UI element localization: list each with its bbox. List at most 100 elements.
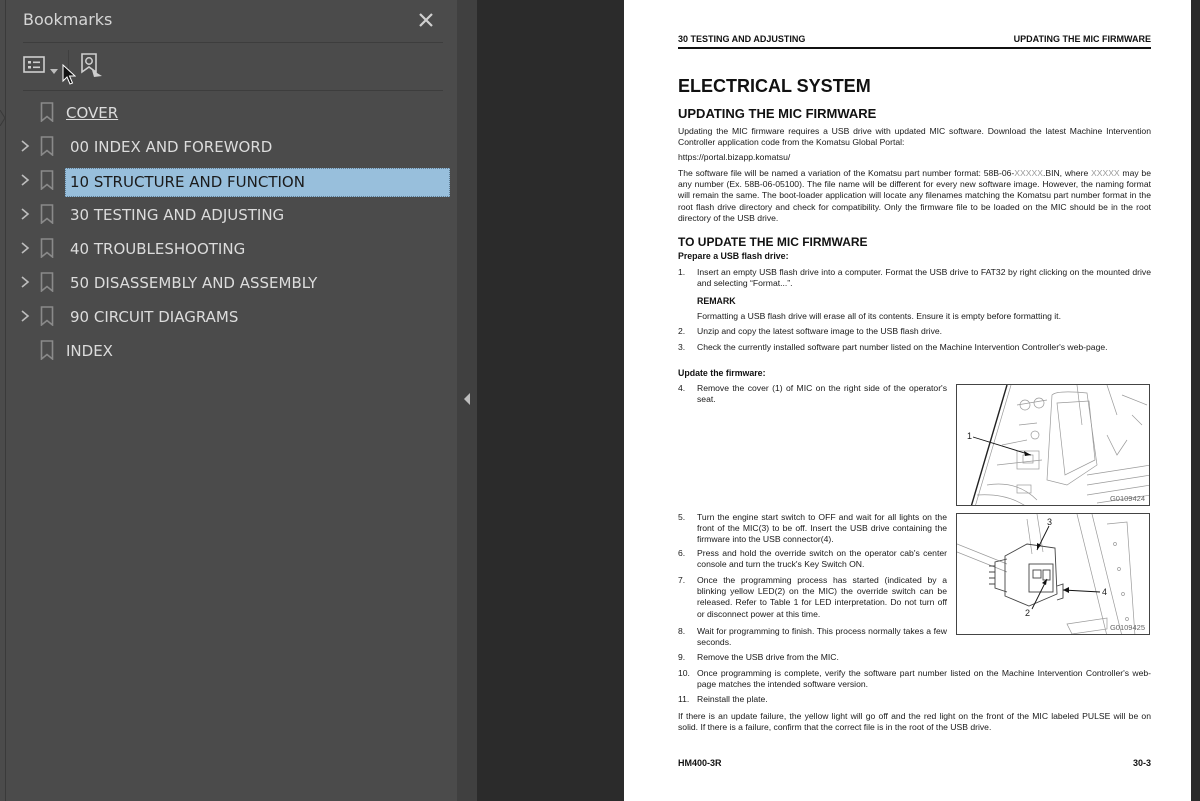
bookmark-label: 10 STRUCTURE AND FUNCTION [65,168,450,197]
placeholder-number: XXXXX [1014,168,1043,178]
portal-url[interactable]: https://portal.bizapp.komatsu/ [678,152,1151,163]
bookmark-icon [40,102,54,122]
page-header: 30 TESTING AND ADJUSTING UPDATING THE MI… [678,34,1151,44]
options-dropdown-button[interactable] [50,62,58,80]
chevron-right-icon[interactable] [19,309,31,323]
bookmark-icon [40,136,54,156]
chevron-right-icon[interactable] [19,241,31,255]
step-text: Remove the USB drive from the MIC. [697,652,839,662]
page-footer: HM400-3R 30-3 [678,758,1151,768]
step-text: Press and hold the override switch on th… [697,548,947,570]
page-number: 30-3 [1132,758,1151,768]
header-section: 30 TESTING AND ADJUSTING [678,34,806,44]
close-panel-button[interactable] [416,10,436,30]
bookmark-item-disassembly-and-assembly[interactable]: 50 DISASSEMBLY AND ASSEMBLY [0,266,457,298]
bookmark-label: INDEX [66,342,113,360]
close-icon [419,13,433,27]
bookmark-icon [40,340,54,360]
section-heading: UPDATING THE MIC FIRMWARE [678,106,877,121]
step-number: 1. [678,267,686,277]
collapse-panel-handle[interactable] [457,0,477,801]
bookmark-item-testing-and-adjusting[interactable]: 30 TESTING AND ADJUSTING [0,198,457,230]
naming-paragraph: The software file will be named a variat… [678,168,1151,224]
callout-4: 4 [1102,587,1107,597]
bookmark-label: 90 CIRCUIT DIAGRAMS [70,308,239,326]
page-title: ELECTRICAL SYSTEM [678,76,871,96]
step-text: Remove the cover (1) of MIC on the right… [697,383,947,405]
header-rule [678,47,1151,49]
bookmark-icon [40,272,54,292]
model-number: HM400-3R [678,758,722,768]
step-number: 2. [678,326,686,336]
chevron-right-icon[interactable] [19,173,31,187]
step-number: 10. [678,668,690,678]
toolbar-divider-bottom [23,90,443,91]
step-number: 4. [678,383,686,393]
mouse-cursor [62,64,76,85]
intro-paragraph: Updating the MIC firmware requires a USB… [678,126,1151,148]
subheading-prepare: Prepare a USB flash drive: [678,251,789,261]
step-text: Insert an empty USB flash drive into a c… [697,267,1151,289]
step-number: 6. [678,548,686,558]
figure-mic-usb-connector: 3 2 4 G0109425 [956,513,1150,635]
section-heading: TO UPDATE THE MIC FIRMWARE [678,235,868,249]
step-text: Once programming is complete, verify the… [697,668,1151,690]
cab-interior-illustration: 1 [967,385,1149,505]
bookmark-item-troubleshooting[interactable]: 40 TROUBLESHOOTING [0,232,457,264]
step-number: 11. [678,694,690,704]
step-text: Turn the engine start switch to OFF and … [697,512,947,545]
placeholder-number: XXXXX [1091,168,1120,178]
bookmark-label: 50 DISASSEMBLY AND ASSEMBLY [70,274,318,292]
bookmark-item-cover[interactable]: COVER [0,96,457,128]
header-topic: UPDATING THE MIC FIRMWARE [1013,34,1151,44]
step-text: Check the currently installed software p… [697,342,1108,352]
list-options-icon [23,56,45,73]
mic-unit-illustration: 3 2 4 [957,514,1136,634]
step-text: Wait for programming to finish. This pro… [697,626,947,648]
step-number: 5. [678,512,686,522]
bookmark-icon [40,306,54,326]
remark-heading: REMARK [697,296,736,306]
bookmark-label: 40 TROUBLESHOOTING [70,240,246,258]
figure-caption: G0109424 [1109,494,1145,503]
callout-3: 3 [1047,517,1052,527]
bookmark-label: 30 TESTING AND ADJUSTING [70,206,285,224]
remark-text: Formatting a USB flash drive will erase … [697,311,1061,321]
bookmark-icon [40,170,54,190]
bookmark-label: COVER [66,104,119,122]
chevron-right-icon[interactable] [19,275,31,289]
find-current-bookmark-button[interactable] [80,52,104,85]
step-number: 9. [678,652,686,662]
step-text: Reinstall the plate. [697,694,768,704]
header-divider [23,42,443,43]
figure-caption: G0109425 [1109,623,1145,632]
bookmark-item-circuit-diagrams[interactable]: 90 CIRCUIT DIAGRAMS [0,300,457,332]
bookmark-options-button[interactable] [23,55,45,80]
step-text: Once the programming process has started… [697,575,947,619]
subheading-update: Update the firmware: [678,368,766,378]
caret-down-icon [50,69,58,74]
bookmark-item-index-and-foreword[interactable]: 00 INDEX AND FOREWORD [0,130,457,162]
bookmark-search-icon [81,53,102,77]
panel-title: Bookmarks [23,10,113,29]
bookmarks-panel: Bookmarks COVER 00 INDEX AND FOREWORD 10… [0,0,457,801]
callout-2: 2 [1025,608,1030,618]
step-number: 3. [678,342,686,352]
bookmark-icon [40,238,54,258]
bookmark-icon [40,204,54,224]
step-text: Unzip and copy the latest software image… [697,326,943,336]
bookmark-item-structure-and-function[interactable]: 10 STRUCTURE AND FUNCTION [0,164,457,197]
chevron-right-icon[interactable] [19,207,31,221]
text-run: .BIN, where [1042,168,1091,178]
bookmark-label: 00 INDEX AND FOREWORD [70,138,273,156]
failure-note: If there is an update failure, the yello… [678,711,1151,733]
document-page: 30 TESTING AND ADJUSTING UPDATING THE MI… [624,0,1191,801]
step-number: 7. [678,575,686,585]
text-run: The software file will be named a variat… [678,168,1015,178]
figure-mic-location: 1 G0109424 [956,384,1150,506]
triangle-left-icon [464,393,470,405]
step-number: 8. [678,626,686,636]
chevron-right-icon[interactable] [19,139,31,153]
bookmark-item-index[interactable]: INDEX [0,334,457,366]
callout-1: 1 [967,431,972,441]
